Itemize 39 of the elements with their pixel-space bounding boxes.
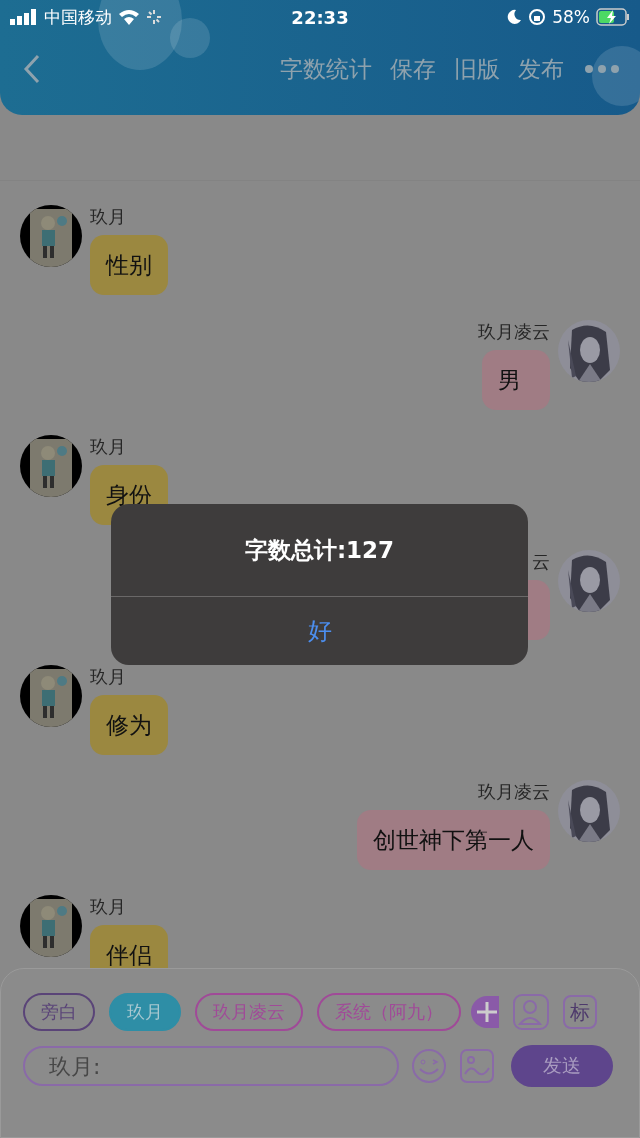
message-bubble: 创世神下第一人	[357, 810, 550, 870]
sender-name: 玖月	[90, 665, 126, 689]
message-bubble: 男	[482, 350, 550, 410]
sender-name: 玖月	[90, 435, 126, 459]
battery-percent: 58%	[552, 7, 590, 27]
role-chip[interactable]: 玖月凌云	[195, 993, 303, 1031]
contact-icon[interactable]	[513, 994, 549, 1030]
sender-name: 玖月凌云	[478, 320, 550, 344]
emoji-icon[interactable]	[411, 1048, 447, 1084]
ok-button[interactable]: 好	[111, 597, 528, 665]
wifi-icon	[118, 9, 140, 25]
bubble-decoration	[592, 46, 640, 106]
signal-icon	[10, 9, 38, 25]
role-chip[interactable]: 旁白	[23, 993, 95, 1031]
toolbar-action[interactable]: 保存	[390, 53, 436, 85]
carrier-text: 中国移动	[44, 5, 112, 29]
message-bubble: 修为	[90, 695, 168, 755]
sender-name: 玖月	[90, 205, 126, 229]
loading-icon	[146, 9, 162, 25]
image-icon[interactable]	[459, 1048, 495, 1084]
back-icon[interactable]	[22, 54, 42, 84]
send-button[interactable]: 发送	[511, 1045, 613, 1087]
tag-button[interactable]: 标	[563, 995, 597, 1029]
role-chip[interactable]: 玖月	[109, 993, 181, 1031]
toolbar-action[interactable]: 旧版	[454, 53, 500, 85]
message-input[interactable]: 玖月:	[23, 1046, 399, 1086]
role-chip[interactable]: 系统（阿九）	[317, 993, 461, 1031]
sender-name: 玖月凌云	[478, 780, 550, 804]
battery-charging-icon	[596, 8, 630, 26]
more-icon[interactable]	[584, 64, 620, 74]
toolbar-action[interactable]: 字数统计	[280, 53, 372, 85]
clock-text: 22:33	[291, 6, 349, 28]
toolbar-action[interactable]: 发布	[518, 53, 564, 85]
message-bubble: 性别	[90, 235, 168, 295]
sender-name: 玖月	[90, 895, 126, 919]
sender-name: 云	[532, 550, 550, 574]
rotation-lock-icon	[528, 8, 547, 26]
add-icon[interactable]	[471, 996, 499, 1028]
moon-icon	[506, 9, 523, 25]
